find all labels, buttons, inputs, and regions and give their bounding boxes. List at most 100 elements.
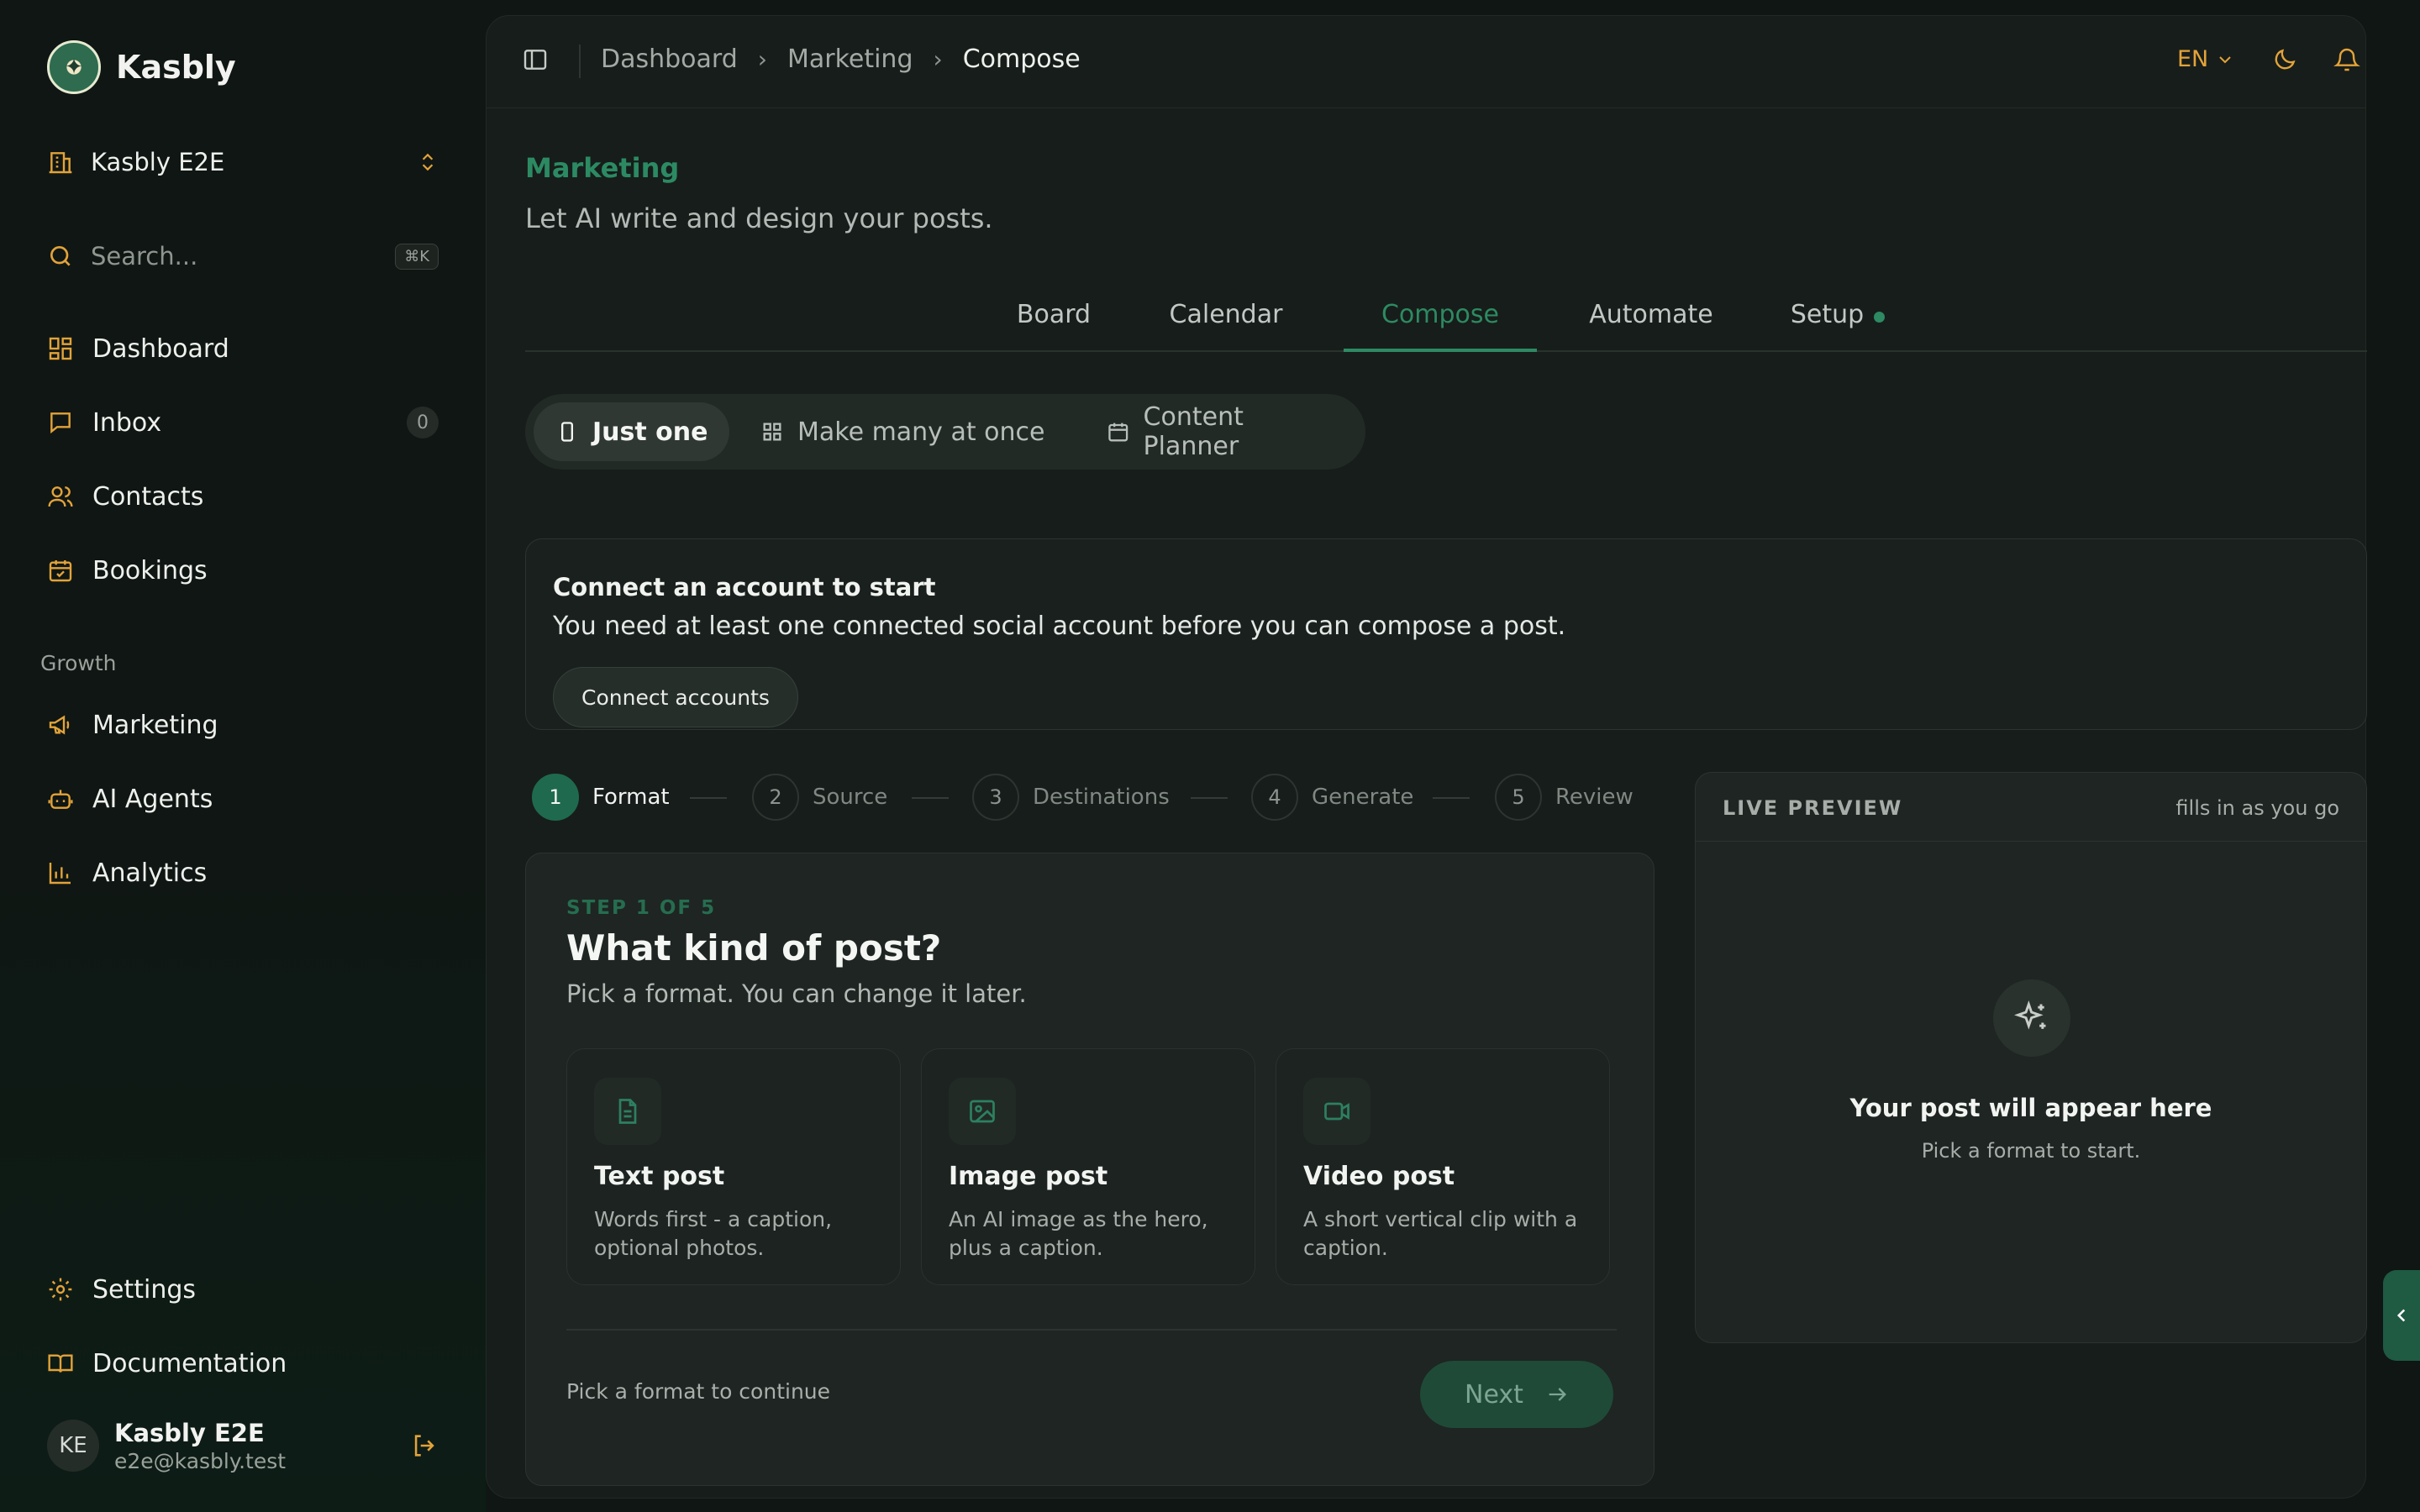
sidebar-item-ai-agents[interactable]: AI Agents	[47, 778, 439, 820]
page-subtitle: Let AI write and design your posts.	[525, 202, 993, 234]
mode-content-planner[interactable]: Content Planner	[1085, 402, 1365, 461]
step-label: Format	[592, 785, 670, 810]
preview-note: fills in as you go	[2175, 796, 2339, 820]
calendar-check-icon	[49, 560, 72, 582]
next-label: Next	[1465, 1379, 1523, 1410]
card-subtitle: Pick a format. You can change it later.	[566, 979, 1027, 1008]
tab-calendar[interactable]: Calendar	[1147, 293, 1305, 352]
search-input[interactable]: Search... ⌘K	[47, 237, 439, 276]
building-icon	[49, 152, 72, 174]
mode-label: Make many at once	[797, 417, 1045, 447]
inbox-count-badge: 0	[407, 407, 439, 438]
tab-setup[interactable]: Setup	[1764, 293, 1912, 352]
sidebar-item-settings[interactable]: Settings	[47, 1268, 439, 1310]
gear-icon	[49, 1278, 72, 1301]
step-connector	[1191, 797, 1228, 799]
connect-accounts-button[interactable]: Connect accounts	[553, 667, 798, 727]
step-number: 2	[752, 774, 799, 821]
sidebar-item-marketing[interactable]: Marketing	[47, 704, 439, 746]
tab-label: Board	[1016, 300, 1092, 329]
sidebar-item-label: Dashboard	[92, 333, 229, 364]
connect-account-alert: Connect an account to start You need at …	[525, 538, 2367, 730]
sidebar-item-inbox[interactable]: Inbox 0	[47, 402, 439, 444]
mode-label: Just one	[592, 417, 708, 447]
format-option-video[interactable]: Video post A short vertical clip with a …	[1276, 1048, 1610, 1285]
language-selector[interactable]: EN	[2177, 46, 2235, 72]
sidebar-toggle-icon[interactable]	[522, 46, 549, 73]
phone-icon	[561, 422, 573, 442]
tab-board[interactable]: Board	[991, 293, 1117, 352]
preview-label: LIVE PREVIEW	[1723, 796, 1903, 820]
search-icon	[50, 246, 71, 266]
divider	[579, 45, 581, 78]
bell-icon[interactable]	[2333, 46, 2360, 73]
tab-compose[interactable]: Compose	[1344, 293, 1537, 352]
step-connector	[912, 797, 949, 799]
step-number: 5	[1495, 774, 1542, 821]
sidebar-item-label: Bookings	[92, 555, 208, 585]
chevron-right-icon: ›	[933, 45, 943, 73]
step-number: 4	[1251, 774, 1298, 821]
mode-just-one[interactable]: Just one	[534, 402, 730, 461]
next-button[interactable]: Next	[1420, 1361, 1613, 1428]
step-label: Review	[1555, 785, 1634, 810]
step-number: 3	[972, 774, 1019, 821]
moon-icon[interactable]	[2271, 46, 2298, 73]
top-bar: Dashboard › Marketing › Compose EN	[487, 16, 2365, 108]
mode-make-many[interactable]: Make many at once	[739, 402, 1066, 461]
sparkles-icon	[1993, 979, 2070, 1057]
book-icon	[48, 1354, 73, 1373]
user-email: e2e@kasbly.test	[114, 1448, 287, 1473]
logout-icon[interactable]	[410, 1431, 439, 1460]
option-title: Image post	[949, 1162, 1108, 1191]
option-description: An AI image as the hero, plus a caption.	[949, 1207, 1208, 1260]
format-option-image[interactable]: Image post An AI image as the hero, plus…	[921, 1048, 1255, 1285]
step-label: Generate	[1312, 785, 1414, 810]
tab-label: Calendar	[1169, 300, 1283, 329]
stepper: 1 Format 2 Source 3 Destinations 4 Gener…	[532, 774, 1634, 824]
format-card: STEP 1 OF 5 What kind of post? Pick a fo…	[525, 853, 1655, 1486]
format-option-text[interactable]: Text post Words first - a caption, optio…	[566, 1048, 901, 1285]
workspace-switcher[interactable]: Kasbly E2E	[47, 143, 439, 181]
calendar-icon	[1108, 423, 1128, 442]
collapse-handle[interactable]	[2383, 1270, 2420, 1361]
dashboard-icon	[49, 337, 72, 360]
card-title: What kind of post?	[566, 927, 942, 969]
sidebar-item-label: Analytics	[92, 858, 208, 888]
sidebar-item-contacts[interactable]: Contacts	[47, 475, 439, 517]
sidebar-item-bookings[interactable]: Bookings	[47, 549, 439, 591]
user-profile[interactable]: KE Kasbly E2E e2e@kasbly.test	[47, 1418, 439, 1473]
breadcrumb-marketing[interactable]: Marketing	[787, 45, 913, 74]
video-icon	[1303, 1078, 1370, 1145]
sidebar-item-label: Documentation	[92, 1348, 287, 1378]
option-title: Text post	[594, 1162, 725, 1191]
option-description: A short vertical clip with a caption.	[1303, 1207, 1578, 1260]
sidebar-item-label: Marketing	[92, 710, 218, 740]
sidebar-item-analytics[interactable]: Analytics	[47, 852, 439, 894]
status-dot	[1874, 312, 1886, 323]
image-icon	[949, 1078, 1016, 1145]
breadcrumb-dashboard[interactable]: Dashboard	[601, 45, 738, 74]
sidebar-item-label: Contacts	[92, 481, 204, 512]
inbox-icon	[50, 412, 71, 434]
option-title: Video post	[1303, 1162, 1455, 1191]
sidebar-item-dashboard[interactable]: Dashboard	[47, 328, 439, 370]
chevron-left-icon	[2396, 1309, 2406, 1322]
divider	[566, 1329, 1617, 1331]
sidebar-item-documentation[interactable]: Documentation	[47, 1342, 439, 1384]
step-format[interactable]: 1 Format	[532, 774, 670, 821]
tab-label: Compose	[1381, 300, 1499, 329]
option-description: Words first - a caption, optional photos…	[594, 1207, 833, 1260]
search-shortcut: ⌘K	[395, 243, 439, 270]
live-preview-panel: LIVE PREVIEW fills in as you go Your pos…	[1695, 772, 2367, 1343]
step-generate: 4 Generate	[1251, 774, 1413, 821]
tab-automate[interactable]: Automate	[1560, 293, 1742, 352]
breadcrumb-compose: Compose	[962, 45, 1081, 74]
brand[interactable]: ✦ Kasbly	[47, 40, 236, 94]
sidebar-item-label: Settings	[92, 1274, 197, 1305]
bar-chart-icon	[49, 863, 71, 885]
step-connector	[1433, 797, 1470, 799]
logo-icon: ✦	[47, 40, 101, 94]
tab-label: Setup	[1790, 300, 1865, 329]
sidebar-item-label: AI Agents	[92, 784, 213, 814]
